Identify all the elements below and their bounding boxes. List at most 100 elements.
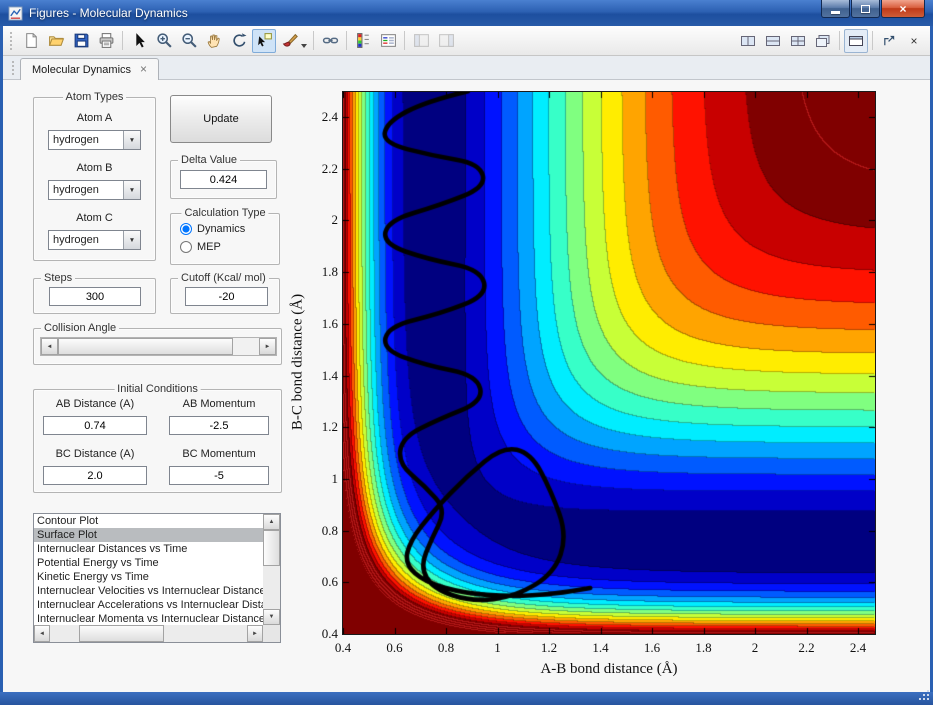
list-horizontal-scrollbar[interactable]: [34, 625, 263, 642]
zoom-in-button[interactable]: [152, 29, 176, 53]
x-tick-label: 2: [751, 640, 759, 655]
delta-value-group: Delta Value: [170, 154, 277, 199]
titlebar[interactable]: Figures - Molecular Dynamics ×: [0, 0, 933, 26]
atom-a-select[interactable]: hydrogen: [48, 130, 141, 150]
list-item[interactable]: Internuclear Accelerations vs Internucle…: [34, 598, 263, 612]
mep-radio[interactable]: [180, 241, 192, 253]
maximize-icon: [861, 4, 870, 13]
figure-window: Figures - Molecular Dynamics × × Molecul…: [0, 0, 933, 705]
show-plot-tools-button[interactable]: [434, 29, 458, 53]
hide-plot-tools-button[interactable]: [409, 29, 433, 53]
ab-momentum-label: AB Momentum: [182, 398, 256, 410]
group-title: Calculation Type: [181, 207, 269, 219]
scroll-right-icon[interactable]: [259, 338, 276, 355]
bc-distance-input[interactable]: [43, 466, 147, 485]
brush-dropdown-icon[interactable]: [301, 43, 307, 48]
plot-type-listbox[interactable]: Contour Plot Surface Plot Internuclear Dis…: [33, 513, 281, 643]
edit-plot-button[interactable]: [127, 29, 151, 53]
atom-b-value: hydrogen: [53, 184, 99, 196]
y-tick-label: 1.4: [321, 367, 338, 383]
y-tick-label: 1: [331, 470, 339, 486]
scrollbar-thumb[interactable]: [58, 338, 233, 355]
zoom-out-button[interactable]: [177, 29, 201, 53]
atom-b-select[interactable]: hydrogen: [48, 180, 141, 200]
tile-grid-button[interactable]: [786, 29, 810, 53]
maximize-view-button[interactable]: [844, 28, 868, 53]
window-title: Figures - Molecular Dynamics: [29, 6, 188, 20]
collision-angle-scrollbar[interactable]: [40, 337, 277, 356]
steps-input[interactable]: [49, 287, 141, 306]
close-figure-icon[interactable]: [902, 29, 926, 53]
list-item[interactable]: Internuclear Momenta vs Internuclear Dis…: [34, 612, 263, 625]
atom-types-group: Atom Types Atom A hydrogen Atom B hydrog…: [33, 91, 156, 261]
minimize-button[interactable]: [821, 0, 850, 18]
undock-icon[interactable]: [877, 29, 901, 53]
bc-momentum-input[interactable]: [169, 466, 269, 485]
figure-window-icon: [8, 5, 23, 21]
scrollbar-thumb[interactable]: [79, 625, 164, 642]
save-figure-button[interactable]: [69, 29, 93, 53]
x-tick-label: 1.6: [643, 640, 661, 655]
ab-momentum-input[interactable]: [169, 416, 269, 435]
group-title: Delta Value: [178, 154, 241, 166]
data-cursor-button[interactable]: [252, 28, 276, 53]
tile-columns-button[interactable]: [736, 29, 760, 53]
tab-close-icon[interactable]: [140, 64, 147, 76]
mep-radio-row[interactable]: MEP: [180, 241, 221, 253]
scrollbar-thumb[interactable]: [263, 530, 280, 566]
float-windows-button[interactable]: [811, 29, 835, 53]
atom-a-value: hydrogen: [53, 134, 99, 146]
toolbar-separator: [313, 31, 314, 50]
x-tick-label: 0.8: [437, 640, 455, 655]
scroll-left-icon[interactable]: [41, 338, 58, 355]
pan-button[interactable]: [202, 29, 226, 53]
list-item[interactable]: Internuclear Distances vs Time: [34, 542, 263, 556]
x-tick-label: 2.2: [798, 640, 815, 655]
chevron-down-icon[interactable]: [123, 181, 140, 199]
scroll-right-icon[interactable]: [247, 625, 263, 642]
chevron-down-icon[interactable]: [123, 231, 140, 249]
maximize-button[interactable]: [851, 0, 880, 18]
y-axis-label: B-C bond distance (Å): [289, 293, 306, 431]
ab-distance-input[interactable]: [43, 416, 147, 435]
print-figure-button[interactable]: [94, 29, 118, 53]
open-file-button[interactable]: [44, 29, 68, 53]
contour-plot-canvas[interactable]: [342, 91, 876, 635]
ab-distance-label: AB Distance (A): [55, 398, 135, 410]
toolbar-grip[interactable]: [9, 30, 13, 51]
resize-grip[interactable]: [917, 690, 929, 702]
close-button[interactable]: ×: [881, 0, 925, 18]
tab-molecular-dynamics[interactable]: Molecular Dynamics: [20, 58, 160, 80]
insert-legend-button[interactable]: [376, 29, 400, 53]
insert-colorbar-button[interactable]: [351, 29, 375, 53]
cutoff-input[interactable]: [185, 287, 268, 306]
dynamics-radio[interactable]: [180, 223, 192, 235]
group-title: Initial Conditions: [114, 383, 201, 395]
link-plots-button[interactable]: [318, 29, 342, 53]
list-item[interactable]: Kinetic Energy vs Time: [34, 570, 263, 584]
scroll-up-icon[interactable]: [263, 514, 280, 530]
brush-button[interactable]: [277, 29, 301, 53]
y-tick-label: 0.4: [321, 626, 338, 641]
update-button[interactable]: Update: [170, 95, 272, 143]
rotate-3d-button[interactable]: [227, 29, 251, 53]
bc-distance-label: BC Distance (A): [55, 448, 135, 460]
tile-rows-button[interactable]: [761, 29, 785, 53]
list-item[interactable]: Internuclear Velocities vs Internuclear …: [34, 584, 263, 598]
list-item[interactable]: Surface Plot: [34, 528, 263, 542]
scroll-left-icon[interactable]: [34, 625, 50, 642]
dynamics-radio-row[interactable]: Dynamics: [180, 223, 245, 235]
scroll-down-icon[interactable]: [263, 609, 280, 625]
chevron-down-icon[interactable]: [123, 131, 140, 149]
atom-c-select[interactable]: hydrogen: [48, 230, 141, 250]
window-caption-buttons: ×: [821, 0, 925, 18]
list-item[interactable]: Contour Plot: [34, 514, 263, 528]
tabstrip-grip[interactable]: [11, 60, 15, 76]
list-vertical-scrollbar[interactable]: [263, 514, 280, 625]
new-figure-button[interactable]: [19, 29, 43, 53]
toolbar-separator: [872, 31, 873, 50]
close-icon: ×: [899, 1, 907, 16]
toolbar-separator: [404, 31, 405, 50]
list-item[interactable]: Potential Energy vs Time: [34, 556, 263, 570]
delta-value-input[interactable]: [180, 170, 267, 189]
